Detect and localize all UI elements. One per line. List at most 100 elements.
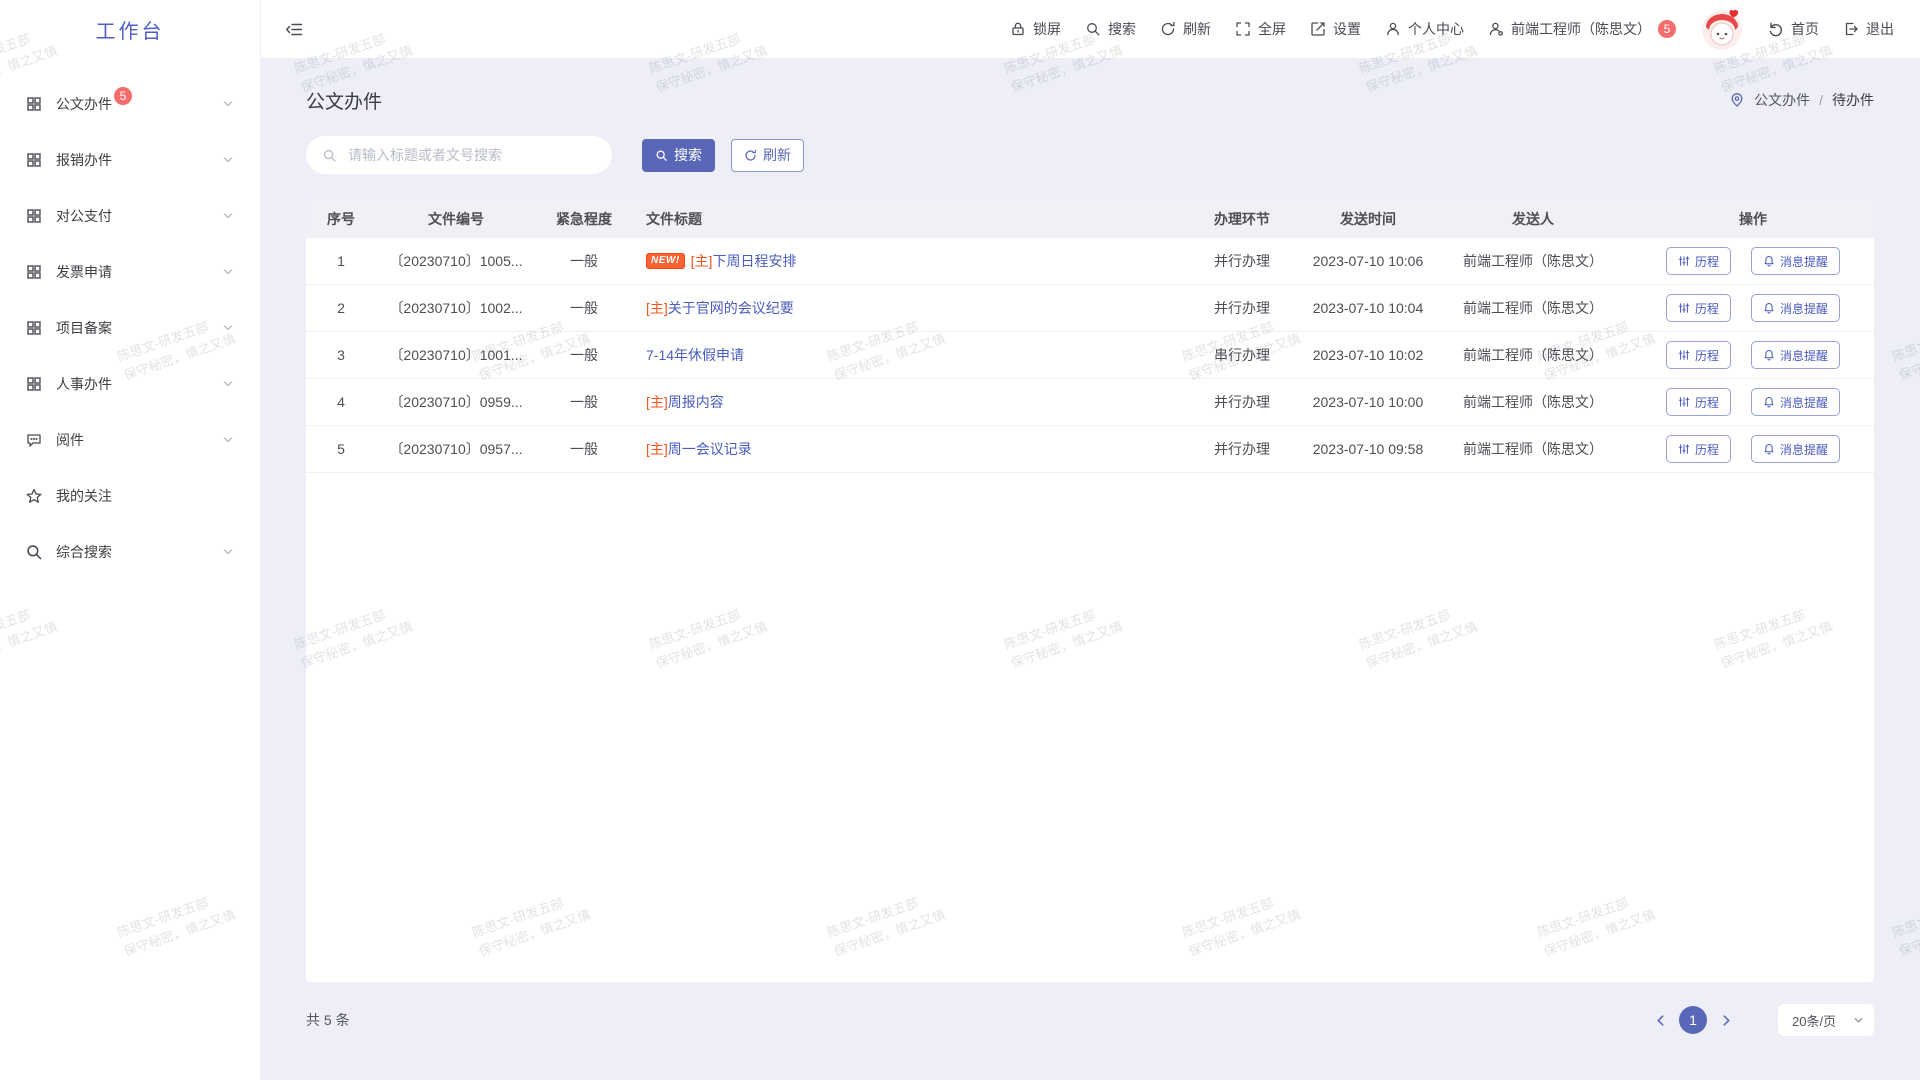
app-window: 工作台 公文办件 5 [0, 0, 1920, 1080]
doc-title-cell: [主] 周一会议记录 [632, 426, 1182, 472]
history-button[interactable]: 历程 [1666, 435, 1731, 463]
sidebar-item-label: 发票申请 [56, 262, 112, 282]
doc-tag: [主] [646, 392, 668, 412]
global-search-button[interactable]: 搜索 [1085, 19, 1136, 39]
table-body: 1 〔20230710〕1005... 一般 NEW! [主] 下周日程安排 并… [306, 238, 1874, 473]
profile-center-button[interactable]: 个人中心 [1385, 19, 1464, 39]
lock-screen-button[interactable]: 锁屏 [1010, 19, 1061, 39]
chevron-down-icon [222, 210, 234, 222]
fullscreen-label: 全屏 [1258, 19, 1286, 39]
column-header: 发送人 [1434, 200, 1632, 238]
sender: 前端工程师（陈思文） [1434, 426, 1632, 472]
notify-button[interactable]: 消息提醒 [1751, 388, 1840, 416]
settings-button[interactable]: 设置 [1310, 19, 1361, 39]
home-button[interactable]: 首页 [1768, 19, 1819, 39]
row-index: 3 [306, 332, 376, 378]
refresh-page-button[interactable]: 刷新 [1160, 19, 1211, 39]
fullscreen-icon [1235, 21, 1251, 37]
doc-title-link[interactable]: 周一会议记录 [668, 439, 752, 459]
notify-button[interactable]: 消息提醒 [1751, 435, 1840, 463]
user-avatar[interactable] [1700, 7, 1744, 51]
home-undo-icon [1768, 21, 1784, 37]
logout-button[interactable]: 退出 [1843, 19, 1894, 39]
main-area: 锁屏 搜索 刷新 全屏 [261, 0, 1920, 1080]
breadcrumb-current: 待办件 [1832, 90, 1874, 110]
process-step: 并行办理 [1182, 285, 1302, 331]
person-badge-icon [1488, 21, 1504, 37]
search-input[interactable] [346, 146, 596, 164]
breadcrumb-root[interactable]: 公文办件 [1754, 90, 1810, 110]
doc-number: 〔20230710〕1002... [376, 285, 536, 331]
sidebar-item[interactable]: 公文办件 5 [0, 76, 260, 132]
refresh-button[interactable]: 刷新 [731, 139, 804, 172]
sidebar-item[interactable]: 报销办件 [0, 132, 260, 188]
sliders-icon [1678, 443, 1690, 455]
send-time: 2023-07-10 09:58 [1302, 426, 1434, 472]
doc-title-link[interactable]: 7-14年休假申请 [646, 345, 744, 365]
notify-button[interactable]: 消息提醒 [1751, 294, 1840, 322]
lock-screen-label: 锁屏 [1033, 19, 1061, 39]
sidebar-menu: 公文办件 5 [0, 58, 260, 580]
collapse-sidebar-icon[interactable] [285, 20, 304, 39]
sidebar-item[interactable]: 项目备案 [0, 300, 260, 356]
sidebar-item[interactable]: 人事办件 [0, 356, 260, 412]
column-header: 文件标题 [632, 200, 1182, 238]
breadcrumb: 公文办件 / 待办件 [1729, 90, 1874, 110]
history-button[interactable]: 历程 [1666, 247, 1731, 275]
person-icon [1385, 21, 1401, 37]
next-page-button[interactable] [1712, 1006, 1740, 1034]
page-size-value: 20条/页 [1792, 1011, 1836, 1030]
doc-title-cell: NEW! [主] 下周日程安排 [632, 238, 1182, 284]
history-button[interactable]: 历程 [1666, 388, 1731, 416]
row-index: 2 [306, 285, 376, 331]
location-pin-icon [1729, 92, 1745, 108]
row-actions: 历程 消息提醒 [1632, 332, 1874, 378]
search-icon [655, 149, 668, 162]
grid-icon [25, 95, 43, 113]
row-actions: 历程 消息提醒 [1632, 285, 1874, 331]
sender: 前端工程师（陈思文） [1434, 379, 1632, 425]
current-user[interactable]: 前端工程师（陈思文） 5 [1488, 19, 1676, 39]
history-button[interactable]: 历程 [1666, 294, 1731, 322]
doc-title-link[interactable]: 周报内容 [668, 392, 724, 412]
column-header: 序号 [306, 200, 376, 238]
sidebar-item[interactable]: 我的关注 [0, 468, 260, 524]
table-footer: 共 5 条 1 20条/页 [306, 982, 1874, 1058]
current-page-button[interactable]: 1 [1679, 1006, 1707, 1034]
lock-icon [1010, 21, 1026, 37]
sidebar-item-label: 报销办件 [56, 150, 112, 170]
sidebar-item[interactable]: 发票申请 [0, 244, 260, 300]
table-row: 5 〔20230710〕0957... 一般 [主] 周一会议记录 并行办理 2… [306, 426, 1874, 473]
process-step: 并行办理 [1182, 238, 1302, 284]
search-box [306, 136, 612, 174]
fullscreen-button[interactable]: 全屏 [1235, 19, 1286, 39]
doc-title-link[interactable]: 下周日程安排 [712, 251, 796, 271]
row-actions: 历程 消息提醒 [1632, 379, 1874, 425]
process-step: 并行办理 [1182, 426, 1302, 472]
notify-button[interactable]: 消息提醒 [1751, 247, 1840, 275]
sidebar-item[interactable]: 综合搜索 [0, 524, 260, 580]
doc-title-link[interactable]: 关于官网的会议纪要 [668, 298, 794, 318]
notify-button[interactable]: 消息提醒 [1751, 341, 1840, 369]
grid-icon [25, 151, 43, 169]
page-size-select[interactable]: 20条/页 [1778, 1004, 1874, 1036]
row-index: 5 [306, 426, 376, 472]
settings-icon [1310, 21, 1326, 37]
chevron-down-icon [222, 154, 234, 166]
doc-tag: [主] [691, 251, 713, 271]
settings-label: 设置 [1333, 19, 1361, 39]
search-button[interactable]: 搜索 [642, 139, 715, 172]
history-button-label: 历程 [1695, 441, 1719, 458]
column-header: 文件编号 [376, 200, 536, 238]
send-time: 2023-07-10 10:04 [1302, 285, 1434, 331]
sidebar-item[interactable]: 对公支付 [0, 188, 260, 244]
doc-number: 〔20230710〕0957... [376, 426, 536, 472]
prev-page-button[interactable] [1646, 1006, 1674, 1034]
sender: 前端工程师（陈思文） [1434, 238, 1632, 284]
doc-tag: [主] [646, 439, 668, 459]
history-button[interactable]: 历程 [1666, 341, 1731, 369]
column-header: 发送时间 [1302, 200, 1434, 238]
sidebar-item-label: 人事办件 [56, 374, 112, 394]
sidebar-item[interactable]: 阅件 [0, 412, 260, 468]
grid-icon [25, 375, 43, 393]
